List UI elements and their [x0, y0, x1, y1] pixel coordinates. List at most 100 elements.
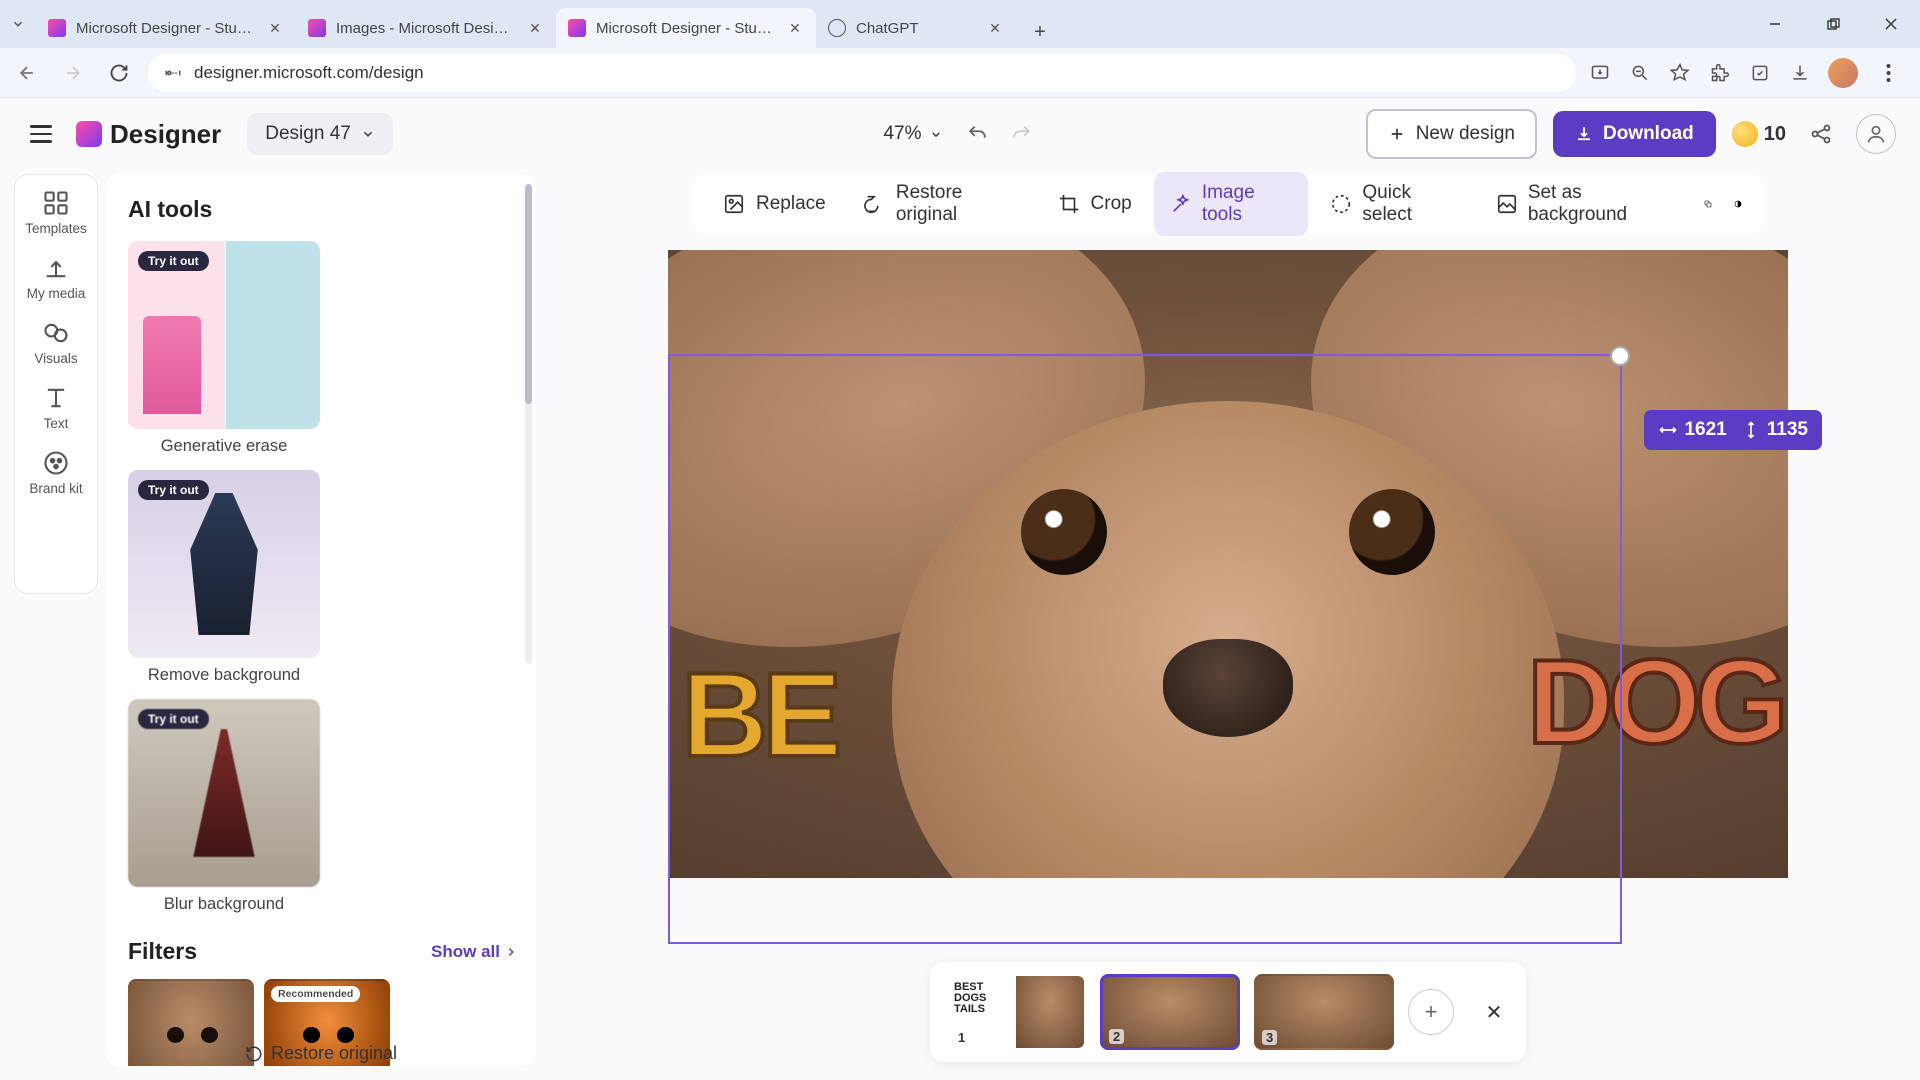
tab-title: Microsoft Designer - Stunning [596, 20, 776, 37]
designer-logo[interactable]: Designer [76, 119, 221, 150]
opacity-button[interactable] [1726, 192, 1750, 216]
new-design-button[interactable]: New design [1366, 109, 1537, 159]
quick-select-button[interactable]: Quick select [1314, 172, 1473, 236]
canvas-text-left[interactable]: BE [681, 646, 836, 784]
chevron-right-icon [504, 945, 518, 959]
zoom-dropdown[interactable]: 47% [883, 123, 942, 145]
window-controls [1746, 0, 1920, 48]
tab-title: ChatGPT [856, 20, 976, 37]
site-info-icon[interactable] [164, 64, 182, 82]
app-topbar: Designer Design 47 47% New design Downl [0, 98, 1920, 170]
page-number: 3 [1262, 1030, 1277, 1045]
crop-icon [1057, 192, 1081, 216]
replace-button[interactable]: Replace [706, 182, 842, 226]
account-button[interactable] [1856, 114, 1896, 154]
relaunch-icon[interactable] [1748, 61, 1772, 85]
filters-header: Filters Show all [128, 938, 518, 965]
text-icon [42, 384, 70, 412]
bookmark-icon[interactable] [1668, 61, 1692, 85]
rail-label: My media [27, 286, 86, 301]
tool-blur-background[interactable]: Try it out Blur background [128, 699, 320, 914]
close-icon[interactable]: ✕ [986, 19, 1004, 37]
nav-reload-button[interactable] [102, 56, 136, 90]
browser-tab-active[interactable]: Microsoft Designer - Stunning ✕ [556, 8, 816, 48]
close-window-button[interactable] [1862, 0, 1920, 48]
install-app-icon[interactable] [1588, 61, 1612, 85]
design-name-dropdown[interactable]: Design 47 [247, 113, 393, 155]
tool-thumb: Try it out [128, 470, 320, 658]
nav-forward-button[interactable] [56, 56, 90, 90]
chatgpt-favicon [828, 19, 846, 37]
designer-favicon [308, 19, 326, 37]
restore-original-button[interactable]: Restore original [245, 1043, 397, 1064]
ctx-label: Replace [756, 193, 826, 215]
url-text: designer.microsoft.com/design [194, 63, 424, 83]
browser-tab[interactable]: Images - Microsoft Designer ✕ [296, 8, 556, 48]
rail-brand-kit[interactable]: Brand kit [29, 449, 82, 496]
close-icon[interactable]: ✕ [526, 19, 544, 37]
download-button[interactable]: Download [1553, 111, 1716, 157]
download-label: Download [1603, 123, 1694, 145]
set-background-button[interactable]: Set as background [1480, 172, 1690, 236]
templates-icon [42, 189, 70, 217]
rail-visuals[interactable]: Visuals [34, 319, 77, 366]
rail-templates[interactable]: Templates [25, 189, 87, 236]
new-tab-button[interactable]: + [1024, 16, 1056, 48]
brandkit-icon [42, 449, 70, 477]
filter-thumb [128, 979, 254, 1066]
extensions-icon[interactable] [1708, 61, 1732, 85]
page-number: 1 [954, 1030, 969, 1045]
restore-original-button[interactable]: Restore original [848, 172, 1035, 236]
tab-title: Images - Microsoft Designer [336, 20, 516, 37]
close-icon[interactable]: ✕ [266, 19, 284, 37]
redo-button[interactable] [1007, 119, 1037, 149]
browser-tab[interactable]: ChatGPT ✕ [816, 8, 1016, 48]
browser-address-bar: designer.microsoft.com/design [0, 48, 1920, 98]
rail-label: Templates [25, 221, 87, 236]
undo-button[interactable] [963, 119, 993, 149]
design-canvas[interactable]: BE DOG 1621 1135 [668, 250, 1788, 878]
close-strip-button[interactable]: ✕ [1478, 996, 1510, 1028]
minimize-button[interactable] [1746, 0, 1804, 48]
downloads-icon[interactable] [1788, 61, 1812, 85]
rail-text[interactable]: Text [42, 384, 70, 431]
designer-app: Designer Design 47 47% New design Downl [0, 98, 1920, 1080]
replace-icon [722, 192, 746, 216]
profile-avatar[interactable] [1828, 58, 1858, 88]
browser-tab[interactable]: Microsoft Designer - Stunning ✕ [36, 8, 296, 48]
menu-button[interactable] [24, 117, 58, 151]
tool-thumb: Try it out [128, 699, 320, 887]
panel-scrollbar[interactable] [525, 184, 532, 664]
image-tools-button[interactable]: Image tools [1154, 172, 1309, 236]
zoom-icon[interactable] [1628, 61, 1652, 85]
url-input[interactable]: designer.microsoft.com/design [148, 54, 1576, 92]
crop-button[interactable]: Crop [1041, 182, 1148, 226]
canvas-image[interactable]: BE DOG [668, 250, 1788, 878]
share-button[interactable] [1802, 115, 1840, 153]
tab-search-button[interactable] [4, 10, 32, 38]
page-thumb-3[interactable]: 3 [1254, 974, 1394, 1050]
center-controls: 47% [883, 119, 1036, 149]
send-backward-button[interactable] [1696, 192, 1720, 216]
ai-tools-grid: Try it out Generative erase Try it out R… [128, 241, 518, 914]
close-icon[interactable]: ✕ [786, 19, 804, 37]
filter-normal[interactable]: Normal [128, 979, 254, 1066]
new-design-label: New design [1416, 123, 1515, 145]
page-strip: BEST DOGS TAILS 1 2 3 + ✕ [930, 962, 1526, 1062]
try-badge: Try it out [138, 709, 209, 729]
canvas-text-right[interactable]: DOG [1527, 633, 1782, 771]
logo-icon [76, 121, 102, 147]
tool-generative-erase[interactable]: Try it out Generative erase [128, 241, 320, 456]
credits-display[interactable]: 10 [1732, 121, 1786, 147]
page-thumb-2[interactable]: 2 [1100, 974, 1240, 1050]
add-page-button[interactable]: + [1408, 989, 1454, 1035]
nav-back-button[interactable] [10, 56, 44, 90]
restore-icon [864, 192, 886, 216]
page-thumb-1[interactable]: BEST DOGS TAILS 1 [946, 974, 1086, 1050]
show-all-button[interactable]: Show all [431, 942, 518, 962]
maximize-button[interactable] [1804, 0, 1862, 48]
browser-menu-button[interactable] [1874, 63, 1902, 83]
show-all-label: Show all [431, 942, 500, 962]
tool-remove-background[interactable]: Try it out Remove background [128, 470, 320, 685]
rail-my-media[interactable]: My media [27, 254, 86, 301]
